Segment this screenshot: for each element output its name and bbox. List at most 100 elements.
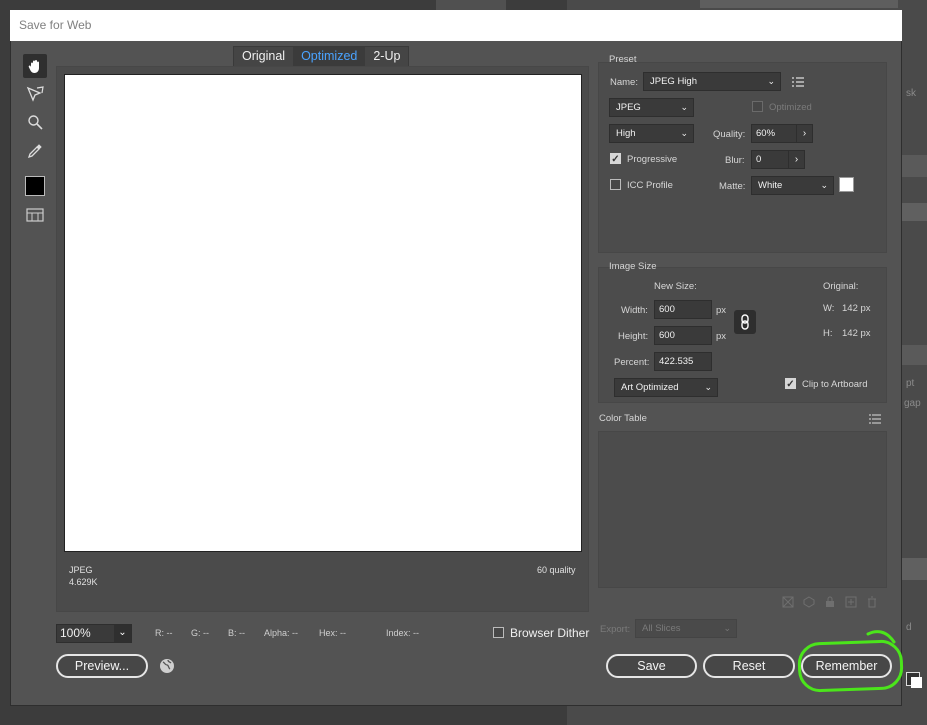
background-strip	[898, 203, 927, 221]
width-input[interactable]: 600	[654, 300, 712, 319]
toggle-slices-tool[interactable]	[23, 203, 47, 227]
map-color-icon[interactable]	[782, 596, 794, 608]
eyedropper-tool[interactable]	[23, 139, 47, 163]
matte-label: Matte:	[719, 181, 746, 192]
view-tabs: Original Optimized 2-Up	[233, 46, 410, 67]
blur-input[interactable]: 0	[751, 150, 789, 169]
image-size-section-title: Image Size	[609, 261, 657, 272]
resample-value: Art Optimized	[621, 382, 679, 393]
color-table	[598, 431, 887, 588]
format-value: JPEG	[616, 102, 641, 113]
background-text: d	[906, 622, 912, 633]
color-table-actions	[782, 596, 882, 609]
export-label: Export:	[600, 624, 631, 635]
chevron-down-icon: ⌄	[680, 128, 688, 138]
slices-visibility-icon	[26, 208, 44, 222]
constrain-proportions-button[interactable]	[734, 310, 756, 334]
save-button[interactable]: Save	[606, 654, 697, 678]
height-unit: px	[716, 331, 727, 342]
background-text: pt	[906, 378, 915, 389]
eyedropper-icon	[27, 144, 42, 159]
slice-select-icon	[26, 86, 44, 102]
compression-value: High	[616, 128, 636, 139]
preset-section-title: Preset	[609, 54, 637, 65]
height-label: Height:	[618, 331, 649, 342]
clip-to-artboard-label: Clip to Artboard	[802, 379, 868, 390]
blur-slider-button[interactable]: ›	[788, 150, 805, 169]
matte-dropdown[interactable]: White ⌄	[751, 176, 834, 195]
globe-icon	[160, 659, 174, 673]
color-table-menu-icon[interactable]	[869, 411, 881, 424]
matte-color-swatch[interactable]	[839, 177, 854, 192]
highlight-annotation-stroke	[866, 630, 896, 644]
trash-icon[interactable]	[866, 596, 878, 608]
original-width-value: 142 px	[842, 303, 871, 314]
slice-select-tool[interactable]	[23, 82, 47, 106]
percent-label: Percent:	[614, 357, 650, 368]
percent-input[interactable]: 422.535	[654, 352, 712, 371]
zoom-level-value: 100%	[60, 626, 91, 640]
format-dropdown[interactable]: JPEG ⌄	[609, 98, 694, 117]
original-height-value: 142 px	[842, 328, 871, 339]
red-value: R: --	[155, 628, 173, 638]
dialog-title: Save for Web	[10, 10, 902, 41]
browser-preview-button[interactable]	[159, 658, 175, 674]
quality-input[interactable]: 60%	[751, 124, 797, 143]
clip-to-artboard-checkbox[interactable]: ✓	[785, 378, 796, 390]
optimized-checkbox[interactable]	[752, 101, 763, 112]
highlight-annotation	[797, 639, 904, 693]
blur-label: Blur:	[725, 155, 745, 166]
zoom-level-dropdown[interactable]: 100% ⌄	[56, 624, 132, 643]
chevron-down-icon: ⌄	[723, 623, 731, 633]
chevron-down-icon: ⌄	[680, 102, 688, 112]
preset-name-value: JPEG High	[650, 76, 697, 87]
export-dropdown[interactable]: All Slices ⌄	[635, 619, 737, 638]
color-table-section-title: Color Table	[599, 413, 647, 424]
preset-name-dropdown[interactable]: JPEG High ⌄	[643, 72, 781, 91]
preset-name-label: Name:	[610, 77, 638, 88]
lock-icon[interactable]	[824, 596, 836, 608]
height-input[interactable]: 600	[654, 326, 712, 345]
original-width-label: W:	[823, 303, 835, 314]
preview-button[interactable]: Preview...	[56, 654, 148, 678]
background-swatch	[911, 677, 922, 688]
new-size-label: New Size:	[654, 281, 697, 292]
background-text: sk	[906, 88, 916, 99]
progressive-label: Progressive	[627, 154, 678, 165]
preview-canvas[interactable]	[64, 74, 582, 552]
export-value: All Slices	[642, 623, 681, 634]
compression-dropdown[interactable]: High ⌄	[609, 124, 694, 143]
browser-dither-checkbox[interactable]	[493, 627, 504, 638]
chevron-down-icon: ⌄	[820, 180, 828, 190]
background-strip	[898, 345, 927, 365]
add-color-icon[interactable]	[845, 596, 857, 608]
icc-profile-label: ICC Profile	[627, 180, 673, 191]
quality-slider-button[interactable]: ›	[796, 124, 813, 143]
web-shift-icon[interactable]	[803, 596, 815, 608]
matte-value: White	[758, 180, 783, 191]
hand-tool[interactable]	[23, 54, 47, 78]
hand-icon	[28, 60, 39, 73]
blue-value: B: --	[228, 628, 245, 638]
zoom-tool[interactable]	[23, 110, 47, 134]
preview-file-size: 4.629K	[69, 577, 98, 587]
preset-menu-icon[interactable]	[791, 75, 805, 87]
tab-original[interactable]: Original	[234, 47, 293, 66]
chevron-down-icon: ⌄	[704, 382, 712, 392]
quality-label: Quality:	[713, 129, 746, 140]
tab-2-up[interactable]: 2-Up	[365, 47, 408, 66]
progressive-checkbox[interactable]: ✓	[610, 153, 621, 165]
tab-optimized[interactable]: Optimized	[293, 47, 366, 66]
width-unit: px	[716, 305, 727, 316]
icc-profile-checkbox[interactable]	[610, 179, 621, 190]
chevron-down-icon: ⌄	[767, 76, 775, 86]
original-height-label: H:	[823, 328, 833, 339]
eyedropper-color-swatch[interactable]	[25, 176, 45, 196]
reset-button[interactable]: Reset	[703, 654, 795, 678]
background-strip	[898, 155, 927, 177]
hex-value: Hex: --	[319, 628, 346, 638]
resample-dropdown[interactable]: Art Optimized ⌄	[614, 378, 718, 397]
background-bar	[700, 0, 898, 8]
link-icon	[741, 314, 749, 330]
background-text: gap	[904, 398, 921, 409]
